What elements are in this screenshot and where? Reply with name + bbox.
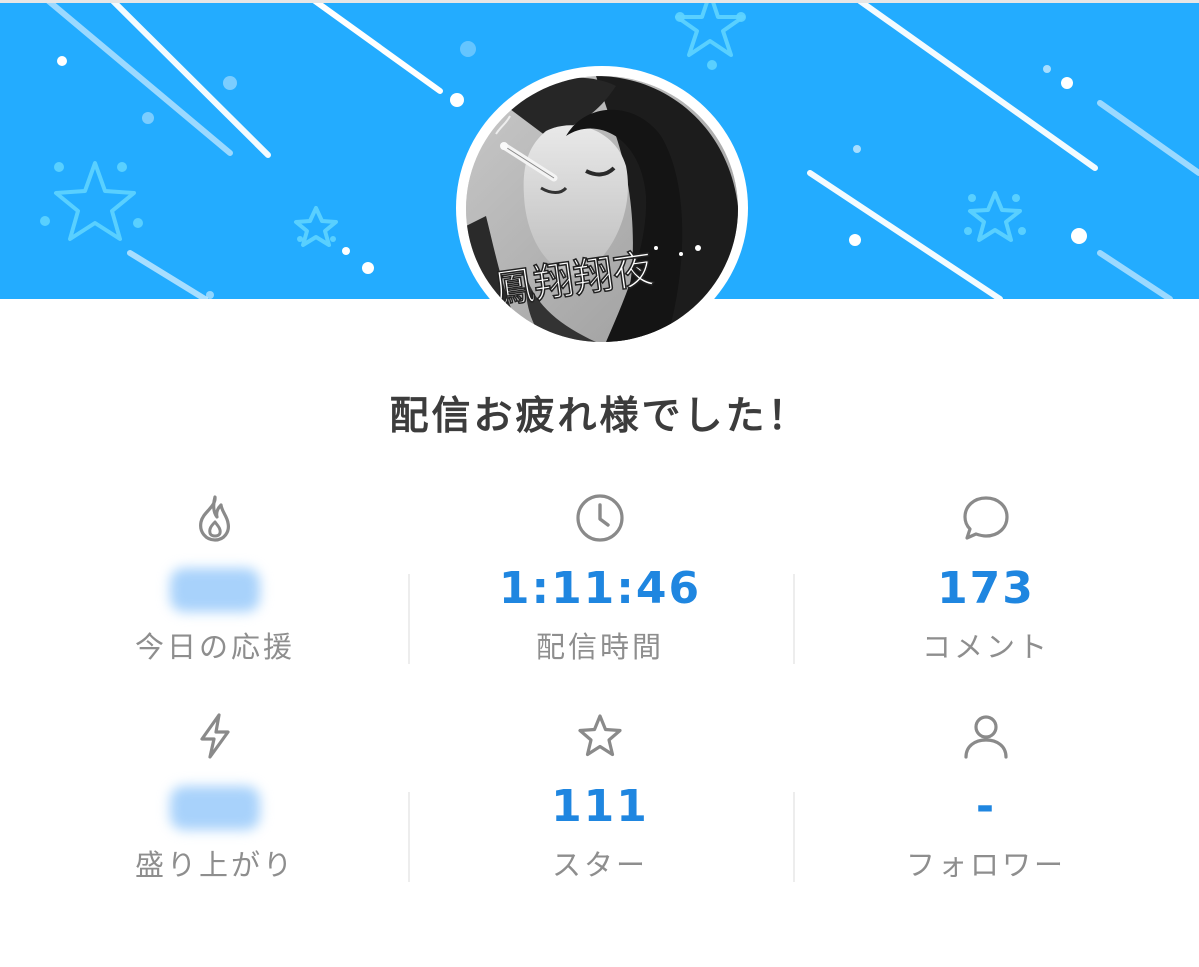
stat-cheer-today: 今日の応援 <box>20 492 410 666</box>
stat-label: フォロワー <box>905 848 1066 882</box>
stat-value: 173 <box>937 563 1035 614</box>
stat-label: 配信時間 <box>535 630 664 664</box>
flame-icon <box>199 495 230 542</box>
stat-comments: 173 コメント <box>791 492 1181 666</box>
stat-label: 盛り上がり <box>134 848 295 882</box>
stat-value: - <box>975 781 997 832</box>
stat-value: 1:11:46 <box>498 563 702 614</box>
star-icon <box>578 714 622 757</box>
clock-icon <box>576 494 624 542</box>
page-title: 配信お疲れ様でした！ <box>389 394 810 439</box>
person-icon <box>964 715 1008 759</box>
stat-excitement: 盛り上がり <box>20 710 410 884</box>
stat-value-hidden <box>20 560 410 618</box>
stat-stream-duration: 1:11:46 配信時間 <box>405 492 795 666</box>
stat-label: 今日の応援 <box>134 630 295 664</box>
lightning-icon <box>200 713 230 759</box>
avatar-illustration: 鳳翔翔夜 <box>466 76 738 342</box>
stat-label: コメント <box>921 630 1050 664</box>
avatar[interactable]: 鳳翔翔夜 <box>466 76 738 342</box>
stat-value: 111 <box>551 781 649 832</box>
stat-stars: 111 スター <box>405 710 795 884</box>
stream-summary-page: 鳳翔翔夜 配信お疲れ様でした！ 今日の応援 1:11:46 配信時間 173 コ… <box>0 0 1199 967</box>
stat-value-hidden <box>20 778 410 836</box>
stat-label: スター <box>551 848 648 882</box>
stat-followers: - フォロワー <box>791 710 1181 884</box>
comment-icon <box>963 496 1009 540</box>
